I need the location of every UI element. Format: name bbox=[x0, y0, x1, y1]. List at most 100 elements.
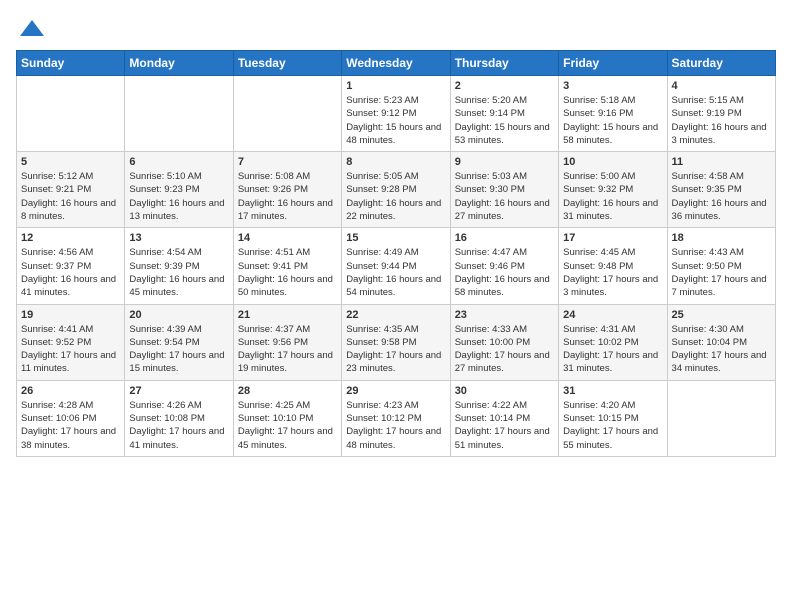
calendar-cell: 6Sunrise: 5:10 AMSunset: 9:23 PMDaylight… bbox=[125, 152, 233, 228]
sunrise-text: Sunrise: 4:33 AM bbox=[455, 324, 527, 335]
day-number: 7 bbox=[238, 156, 337, 168]
cell-info: Sunrise: 4:23 AMSunset: 10:12 PMDaylight… bbox=[346, 399, 445, 452]
day-number: 25 bbox=[672, 309, 771, 321]
sunset-text: Sunset: 9:32 PM bbox=[563, 184, 633, 195]
daylight-label: Daylight: 16 hours and 31 minutes. bbox=[563, 198, 658, 222]
cell-info: Sunrise: 4:25 AMSunset: 10:10 PMDaylight… bbox=[238, 399, 337, 452]
weekday-header-wednesday: Wednesday bbox=[342, 51, 450, 76]
day-number: 26 bbox=[21, 385, 120, 397]
daylight-label: Daylight: 16 hours and 54 minutes. bbox=[346, 274, 441, 298]
cell-info: Sunrise: 5:12 AMSunset: 9:21 PMDaylight:… bbox=[21, 170, 120, 223]
daylight-label: Daylight: 16 hours and 8 minutes. bbox=[21, 198, 116, 222]
sunrise-text: Sunrise: 4:26 AM bbox=[129, 400, 201, 411]
calendar-cell: 25Sunrise: 4:30 AMSunset: 10:04 PMDaylig… bbox=[667, 304, 775, 380]
day-number: 8 bbox=[346, 156, 445, 168]
calendar-cell: 11Sunrise: 4:58 AMSunset: 9:35 PMDayligh… bbox=[667, 152, 775, 228]
day-number: 28 bbox=[238, 385, 337, 397]
sunset-text: Sunset: 10:06 PM bbox=[21, 413, 97, 424]
weekday-header-saturday: Saturday bbox=[667, 51, 775, 76]
weekday-header-tuesday: Tuesday bbox=[233, 51, 341, 76]
calendar-cell bbox=[233, 76, 341, 152]
day-number: 4 bbox=[672, 80, 771, 92]
calendar-cell: 13Sunrise: 4:54 AMSunset: 9:39 PMDayligh… bbox=[125, 228, 233, 304]
sunrise-text: Sunrise: 4:51 AM bbox=[238, 247, 310, 258]
sunrise-text: Sunrise: 5:00 AM bbox=[563, 171, 635, 182]
week-row-5: 26 Sunrise: 4:28 AMSunset: 10:06 PMDaylig… bbox=[17, 380, 776, 456]
sunset-text: Sunset: 9:28 PM bbox=[346, 184, 416, 195]
cell-info: Sunrise: 4:28 AMSunset: 10:06 PMDaylight… bbox=[21, 399, 120, 452]
weekday-header-monday: Monday bbox=[125, 51, 233, 76]
sunset-text: Sunset: 10:08 PM bbox=[129, 413, 205, 424]
calendar-cell: 24Sunrise: 4:31 AMSunset: 10:02 PMDaylig… bbox=[559, 304, 667, 380]
sunset-text: Sunset: 9:26 PM bbox=[238, 184, 308, 195]
day-number: 17 bbox=[563, 232, 662, 244]
sunset-text: Sunset: 9:19 PM bbox=[672, 108, 742, 119]
logo-icon bbox=[18, 16, 46, 44]
cell-info: Sunrise: 4:35 AMSunset: 9:58 PMDaylight:… bbox=[346, 323, 445, 376]
daylight-label: Daylight: 17 hours and 38 minutes. bbox=[21, 426, 116, 450]
sunrise-text: Sunrise: 4:22 AM bbox=[455, 400, 527, 411]
day-number: 30 bbox=[455, 385, 554, 397]
sunrise-text: Sunrise: 4:45 AM bbox=[563, 247, 635, 258]
day-number: 24 bbox=[563, 309, 662, 321]
calendar-cell: 20Sunrise: 4:39 AMSunset: 9:54 PMDayligh… bbox=[125, 304, 233, 380]
cell-info: Sunrise: 4:20 AMSunset: 10:15 PMDaylight… bbox=[563, 399, 662, 452]
day-number: 3 bbox=[563, 80, 662, 92]
sunrise-text: Sunrise: 5:08 AM bbox=[238, 171, 310, 182]
cell-info: Sunrise: 5:18 AMSunset: 9:16 PMDaylight:… bbox=[563, 94, 662, 147]
calendar-cell: 2Sunrise: 5:20 AMSunset: 9:14 PMDaylight… bbox=[450, 76, 558, 152]
sunrise-text: Sunrise: 5:12 AM bbox=[21, 171, 93, 182]
daylight-label: Daylight: 17 hours and 48 minutes. bbox=[346, 426, 441, 450]
day-number: 13 bbox=[129, 232, 228, 244]
day-number: 9 bbox=[455, 156, 554, 168]
sunset-text: Sunset: 9:58 PM bbox=[346, 337, 416, 348]
sunset-text: Sunset: 9:39 PM bbox=[129, 261, 199, 272]
sunrise-text: Sunrise: 5:23 AM bbox=[346, 95, 418, 106]
sunset-text: Sunset: 9:41 PM bbox=[238, 261, 308, 272]
sunrise-text: Sunrise: 4:54 AM bbox=[129, 247, 201, 258]
daylight-label: Daylight: 16 hours and 22 minutes. bbox=[346, 198, 441, 222]
cell-info: Sunrise: 4:41 AMSunset: 9:52 PMDaylight:… bbox=[21, 323, 120, 376]
sunset-text: Sunset: 10:12 PM bbox=[346, 413, 422, 424]
cell-info: Sunrise: 4:22 AMSunset: 10:14 PMDaylight… bbox=[455, 399, 554, 452]
day-number: 11 bbox=[672, 156, 771, 168]
cell-info: Sunrise: 5:00 AM Sunset: 9:32 PM Daylight:… bbox=[563, 170, 662, 223]
calendar-cell: 18Sunrise: 4:43 AMSunset: 9:50 PMDayligh… bbox=[667, 228, 775, 304]
sunrise-text: Sunrise: 4:41 AM bbox=[21, 324, 93, 335]
sunset-text: Sunset: 9:54 PM bbox=[129, 337, 199, 348]
daylight-label: Daylight: 17 hours and 23 minutes. bbox=[346, 350, 441, 374]
daylight-label: Daylight: 16 hours and 50 minutes. bbox=[238, 274, 333, 298]
day-number: 19 bbox=[21, 309, 120, 321]
day-number: 18 bbox=[672, 232, 771, 244]
calendar-cell: 23Sunrise: 4:33 AMSunset: 10:00 PMDaylig… bbox=[450, 304, 558, 380]
calendar-cell: 16Sunrise: 4:47 AMSunset: 9:46 PMDayligh… bbox=[450, 228, 558, 304]
sunrise-text: Sunrise: 4:43 AM bbox=[672, 247, 744, 258]
sunset-text: Sunset: 10:15 PM bbox=[563, 413, 639, 424]
calendar-cell: 7Sunrise: 5:08 AMSunset: 9:26 PMDaylight… bbox=[233, 152, 341, 228]
cell-info: Sunrise: 4:51 AM Sunset: 9:41 PM Daylight:… bbox=[238, 246, 337, 299]
daylight-label: Daylight: 17 hours and 27 minutes. bbox=[455, 350, 550, 374]
calendar-cell: 12Sunrise: 4:56 AMSunset: 9:37 PMDayligh… bbox=[17, 228, 125, 304]
calendar-cell: 30 Sunrise: 4:22 AMSunset: 10:14 PMDaylig… bbox=[450, 380, 558, 456]
daylight-label: Daylight: 17 hours and 55 minutes. bbox=[563, 426, 658, 450]
header bbox=[16, 16, 776, 40]
sunset-text: Sunset: 9:30 PM bbox=[455, 184, 525, 195]
sunset-text: Sunset: 9:48 PM bbox=[563, 261, 633, 272]
day-number: 20 bbox=[129, 309, 228, 321]
cell-info: Sunrise: 4:26 AMSunset: 10:08 PMDaylight… bbox=[129, 399, 228, 452]
day-number: 6 bbox=[129, 156, 228, 168]
daylight-label: Daylight: 16 hours and 36 minutes. bbox=[672, 198, 767, 222]
cell-info: Sunrise: 5:05 AMSunset: 9:28 PMDaylight:… bbox=[346, 170, 445, 223]
sunset-text: Sunset: 9:56 PM bbox=[238, 337, 308, 348]
calendar-cell: 26 Sunrise: 4:28 AMSunset: 10:06 PMDaylig… bbox=[17, 380, 125, 456]
daylight-label: Daylight: 17 hours and 7 minutes. bbox=[672, 274, 767, 298]
calendar-cell: 4Sunrise: 5:15 AMSunset: 9:19 PMDaylight… bbox=[667, 76, 775, 152]
weekday-header-thursday: Thursday bbox=[450, 51, 558, 76]
weekday-header-friday: Friday bbox=[559, 51, 667, 76]
week-row-1: 1Sunrise: 5:23 AMSunset: 9:12 PMDaylight… bbox=[17, 76, 776, 152]
cell-info: Sunrise: 4:37 AMSunset: 9:56 PMDaylight:… bbox=[238, 323, 337, 376]
sunrise-text: Sunrise: 4:31 AM bbox=[563, 324, 635, 335]
cell-info: Sunrise: 5:20 AMSunset: 9:14 PMDaylight:… bbox=[455, 94, 554, 147]
sunset-text: Sunset: 9:52 PM bbox=[21, 337, 91, 348]
calendar-cell: 27Sunrise: 4:26 AMSunset: 10:08 PMDaylig… bbox=[125, 380, 233, 456]
